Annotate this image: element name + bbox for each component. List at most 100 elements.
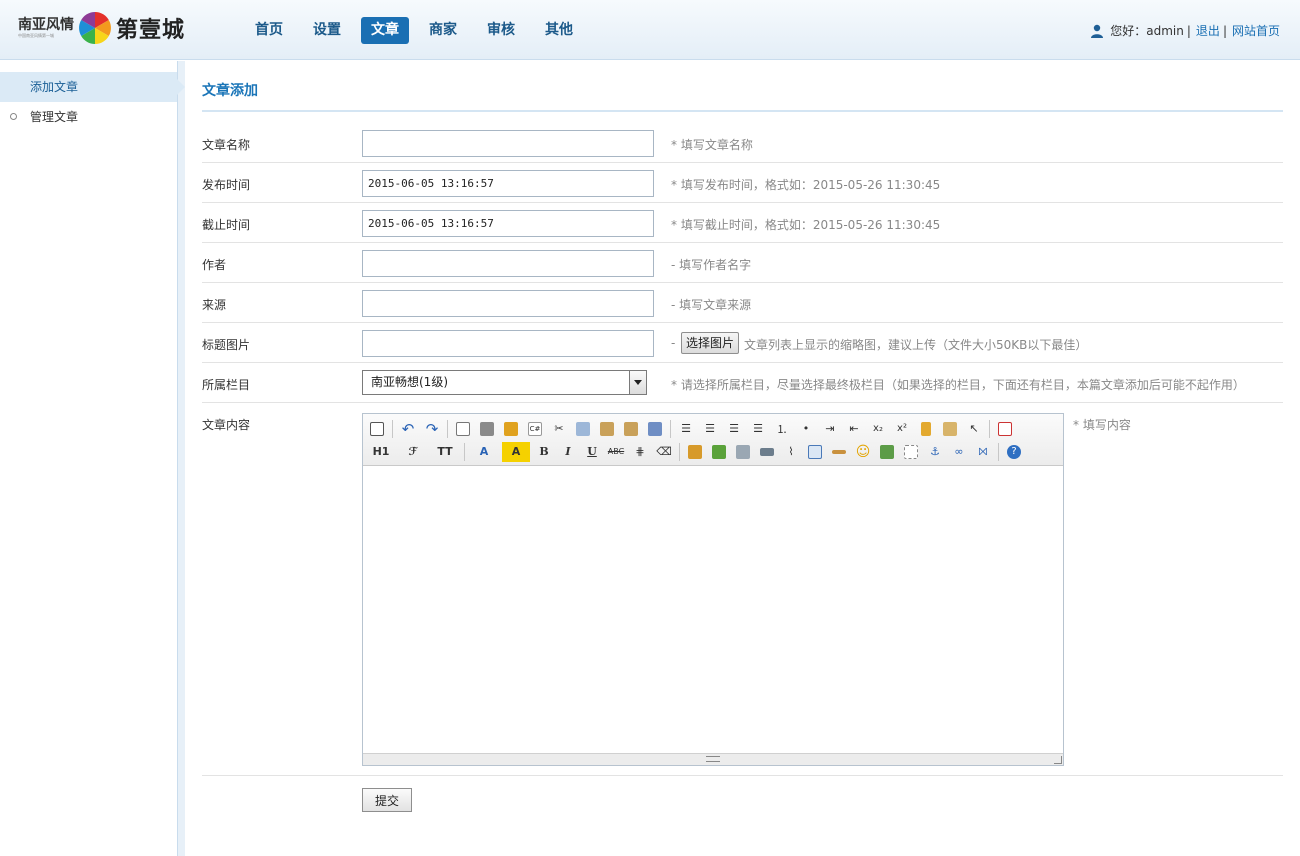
align-center-icon[interactable]: ☰ [700,419,720,439]
heading-dropdown[interactable]: H1 [367,442,395,462]
outdent-icon[interactable]: ⇤ [844,419,864,439]
toolbar-separator [447,419,448,438]
cut-icon[interactable]: ✂ [549,419,569,439]
page-title: 文章添加 [202,61,1283,112]
nav-articles[interactable]: 文章 [361,17,409,44]
field-label: 所属栏目 [202,378,251,392]
submit-button[interactable]: 提交 [362,788,412,812]
pagebreak-icon[interactable] [901,442,921,462]
align-right-icon[interactable]: ☰ [724,419,744,439]
paste-icon[interactable] [597,419,617,439]
clear-format-icon[interactable] [916,419,936,439]
print-icon[interactable] [477,419,497,439]
baidu-map-icon[interactable] [877,442,897,462]
category-select[interactable]: 南亚畅想(1级) [362,370,647,395]
font-color-button[interactable]: A [470,442,498,462]
chevron-down-icon[interactable] [629,371,646,394]
editor-content-area[interactable] [363,466,1063,754]
indent-icon[interactable]: ⇥ [820,419,840,439]
template-icon[interactable] [501,419,521,439]
sidebar-menu: 添加文章 管理文章 [0,61,185,856]
row-publish-time: 发布时间 * 填写发布时间，格式如：2015-05-26 11:30:45 [202,163,1283,203]
deadline-input[interactable] [362,210,654,237]
field-hint: * 填写截止时间，格式如：2015-05-26 11:30:45 [671,218,941,232]
site-home-link[interactable]: 网站首页 [1232,22,1280,39]
nav-merchants[interactable]: 商家 [419,17,467,44]
logo-wheel-icon [79,12,111,44]
table-icon[interactable] [805,442,825,462]
resize-grip-icon[interactable] [706,756,720,762]
nav-other[interactable]: 其他 [535,17,583,44]
media-icon[interactable] [757,442,777,462]
underline-button[interactable]: U [582,442,602,462]
font-family-dropdown[interactable]: ℱ [399,442,427,462]
title-image-input[interactable] [362,330,654,357]
strikethrough-button[interactable]: ABC [606,442,626,462]
anchor-icon[interactable]: ⚓ [925,442,945,462]
superscript-icon[interactable]: x² [892,419,912,439]
highlight-button[interactable]: A [502,441,530,462]
field-label: 发布时间 [202,178,251,192]
author-input[interactable] [362,250,654,277]
site-logo[interactable]: 南亚风情 中国南亚风情第一城 第壹城 [18,10,185,46]
multi-image-icon[interactable] [709,442,729,462]
unlink-icon[interactable]: ⨝ [973,442,993,462]
copy-icon[interactable] [573,419,593,439]
unordered-list-icon[interactable]: • [796,419,816,439]
toolbar-separator [998,442,999,461]
italic-button[interactable]: I [558,442,578,462]
font-size-dropdown[interactable]: TT [431,442,459,462]
eraser-icon[interactable]: ⌫ [654,442,674,462]
editor-statusbar [363,753,1063,765]
preview-icon[interactable] [453,419,473,439]
attachment-icon[interactable]: ⌇ [781,442,801,462]
link-icon[interactable]: ∞ [949,442,969,462]
field-hint: * 请选择所属栏目，尽量选择最终极栏目（如果选择的栏目，下面还有栏目，本篇文章添… [671,378,1245,392]
logo-left-text: 南亚风情 中国南亚风情第一城 [18,17,74,39]
sidebar-item-manage-articles[interactable]: 管理文章 [0,102,177,132]
row-deadline: 截止时间 * 填写截止时间，格式如：2015-05-26 11:30:45 [202,203,1283,243]
paste-text-icon[interactable] [621,419,641,439]
select-all-icon[interactable] [940,419,960,439]
field-hint: - 填写文章来源 [671,298,752,312]
field-label: 标题图片 [202,338,251,352]
field-hint: 文章列表上显示的缩略图，建议上传（文件大小50KB以下最佳） [744,338,1088,352]
emoticon-icon[interactable]: ☺ [853,442,873,462]
undo-icon[interactable]: ↶ [398,419,418,439]
hr-icon[interactable]: ⋕ [630,442,650,462]
field-label: 来源 [202,298,227,312]
sidebar-item-label: 管理文章 [30,110,79,124]
help-icon[interactable]: ? [1004,442,1024,462]
image-icon[interactable] [685,442,705,462]
flash-icon[interactable] [733,442,753,462]
bold-button[interactable]: B [534,442,554,462]
main-content: 文章添加 文章名称 * 填写文章名称 发布时间 * 填写发布时间，格式如：201… [202,61,1283,836]
choose-image-button[interactable]: 选择图片 [681,332,740,354]
toolbar-separator [670,419,671,438]
subscript-icon[interactable]: x₂ [868,419,888,439]
align-left-icon[interactable]: ☰ [676,419,696,439]
code-icon[interactable]: C# [525,419,545,439]
sidebar-item-label: 添加文章 [30,80,79,94]
resize-corner-icon[interactable] [1054,756,1062,764]
ordered-list-icon[interactable]: ⒈ [772,419,792,439]
paste-word-icon[interactable] [645,419,665,439]
logo-left-title: 南亚风情 [18,17,74,33]
fullscreen-icon[interactable] [995,419,1015,439]
source-input[interactable] [362,290,654,317]
source-icon[interactable] [367,419,387,439]
row-article-name: 文章名称 * 填写文章名称 [202,123,1283,163]
hr-insert-icon[interactable] [829,442,849,462]
publish-time-input[interactable] [362,170,654,197]
nav-home[interactable]: 首页 [245,17,293,44]
nav-settings[interactable]: 设置 [303,17,351,44]
article-name-input[interactable] [362,130,654,157]
redo-icon[interactable]: ↷ [422,419,442,439]
justify-icon[interactable]: ☰ [748,419,768,439]
sidebar-item-add-article[interactable]: 添加文章 [0,72,185,102]
nav-review[interactable]: 审核 [477,17,525,44]
logout-link[interactable]: 退出 [1196,22,1220,39]
sidebar: 添加文章 管理文章 [0,61,185,856]
cursor-icon[interactable]: ↖ [964,419,984,439]
field-hint: * 填写发布时间，格式如：2015-05-26 11:30:45 [671,178,941,192]
